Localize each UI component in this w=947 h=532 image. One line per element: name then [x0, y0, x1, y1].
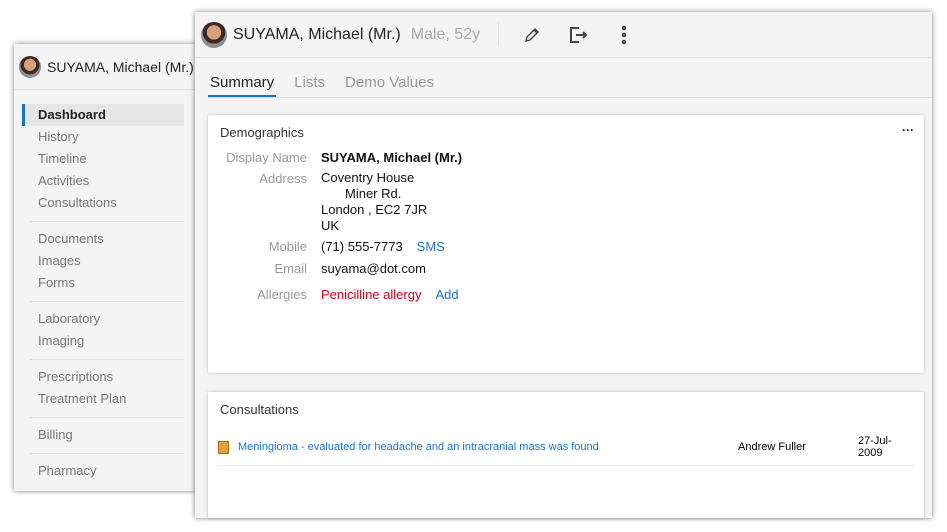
sidebar-item-imaging[interactable]: Imaging — [22, 330, 184, 352]
sidebar-item-timeline[interactable]: Timeline — [22, 148, 184, 170]
sidebar-item-activities[interactable]: Activities — [22, 170, 184, 192]
sidebar-item-history[interactable]: History — [22, 126, 184, 148]
nav-divider — [30, 417, 184, 418]
allergy-value: Penicilline allergy — [321, 287, 422, 302]
consultations-title: Consultations — [220, 402, 299, 417]
sidebar-patient-name: SUYAMA, Michael (Mr.) — [47, 58, 194, 75]
nav-divider — [30, 301, 184, 302]
nav-divider — [30, 359, 184, 360]
mobile-label: Mobile — [268, 239, 307, 254]
consultation-link[interactable]: Meningioma - evaluated for headache and … — [238, 441, 738, 453]
sidebar-header: SUYAMA, Michael (Mr.) — [14, 44, 196, 90]
mobile-value: (71) 555-7773 — [321, 239, 403, 254]
sidebar-item-pharmacy[interactable]: Pharmacy — [22, 460, 184, 482]
more-vertical-icon[interactable] — [609, 20, 639, 50]
logout-icon[interactable] — [563, 20, 593, 50]
consultations-card: Consultations Meningioma - evaluated for… — [208, 392, 924, 518]
sidebar-window: SUYAMA, Michael (Mr.) Dashboard History Ti… — [14, 44, 196, 491]
sidebar-item-documents[interactable]: Documents — [22, 228, 184, 250]
tab-summary[interactable]: Summary — [208, 74, 277, 97]
demographics-card: Demographics ··· Display Name SUYAMA, Mic… — [208, 115, 924, 373]
consultation-date: 27-Jul-2009 — [858, 435, 892, 459]
address-line: London , EC2 7JR — [321, 202, 428, 217]
sidebar-item-images[interactable]: Images — [22, 250, 184, 272]
avatar — [201, 21, 227, 48]
sidebar-item-treatment-plan[interactable]: Treatment Plan — [22, 388, 184, 410]
demographics-title: Demographics — [220, 125, 304, 140]
email-value: suyama@dot.com — [321, 261, 426, 276]
divider — [498, 22, 500, 47]
nav-divider — [30, 221, 184, 222]
tab-lists[interactable]: Lists — [292, 74, 327, 97]
patient-window: SUYAMA, Michael (Mr.) Male, 52y Summary … — [195, 12, 932, 518]
display-name-label: Display Name — [226, 150, 307, 165]
sidebar-item-prescriptions[interactable]: Prescriptions — [22, 366, 184, 388]
address-label: Address — [259, 171, 307, 186]
patient-sex-age: Male, 52y — [410, 25, 481, 43]
clipboard-icon — [218, 440, 229, 454]
sidebar-item-forms[interactable]: Forms — [22, 272, 184, 294]
allergies-label: Allergies — [257, 287, 307, 302]
address-line: Coventry House — [321, 170, 415, 185]
display-name-value: SUYAMA, Michael (Mr.) — [321, 150, 463, 165]
sidebar-item-laboratory[interactable]: Laboratory — [22, 308, 184, 330]
patient-name: SUYAMA, Michael (Mr.) — [233, 25, 401, 43]
consultation-doctor: Andrew Fuller — [738, 441, 806, 453]
tab-demo-values[interactable]: Demo Values — [343, 74, 436, 97]
card-menu-icon[interactable]: ··· — [902, 123, 914, 137]
sidebar-item-consultations[interactable]: Consultations — [22, 192, 184, 214]
address-line: Miner Rd. — [345, 186, 402, 201]
tab-bar: Summary Lists Demo Values — [208, 74, 932, 98]
nav-divider — [30, 453, 184, 454]
address-value: Coventry House Miner Rd. London , EC2 7J… — [321, 170, 427, 234]
avatar — [19, 55, 41, 78]
consultation-row[interactable]: Meningioma - evaluated for headache and … — [218, 435, 914, 466]
sidebar-item-billing[interactable]: Billing — [22, 424, 184, 446]
sms-link[interactable]: SMS — [417, 239, 445, 254]
add-allergy-link[interactable]: Add — [435, 287, 458, 302]
sidebar-nav: Dashboard History Timeline Activities Consul… — [14, 90, 196, 482]
pencil-icon[interactable] — [517, 20, 547, 50]
email-label: Email — [274, 261, 307, 276]
address-line: UK — [321, 218, 340, 233]
sidebar-item-dashboard[interactable]: Dashboard — [22, 104, 184, 126]
patient-header: SUYAMA, Michael (Mr.) Male, 52y — [195, 12, 932, 58]
